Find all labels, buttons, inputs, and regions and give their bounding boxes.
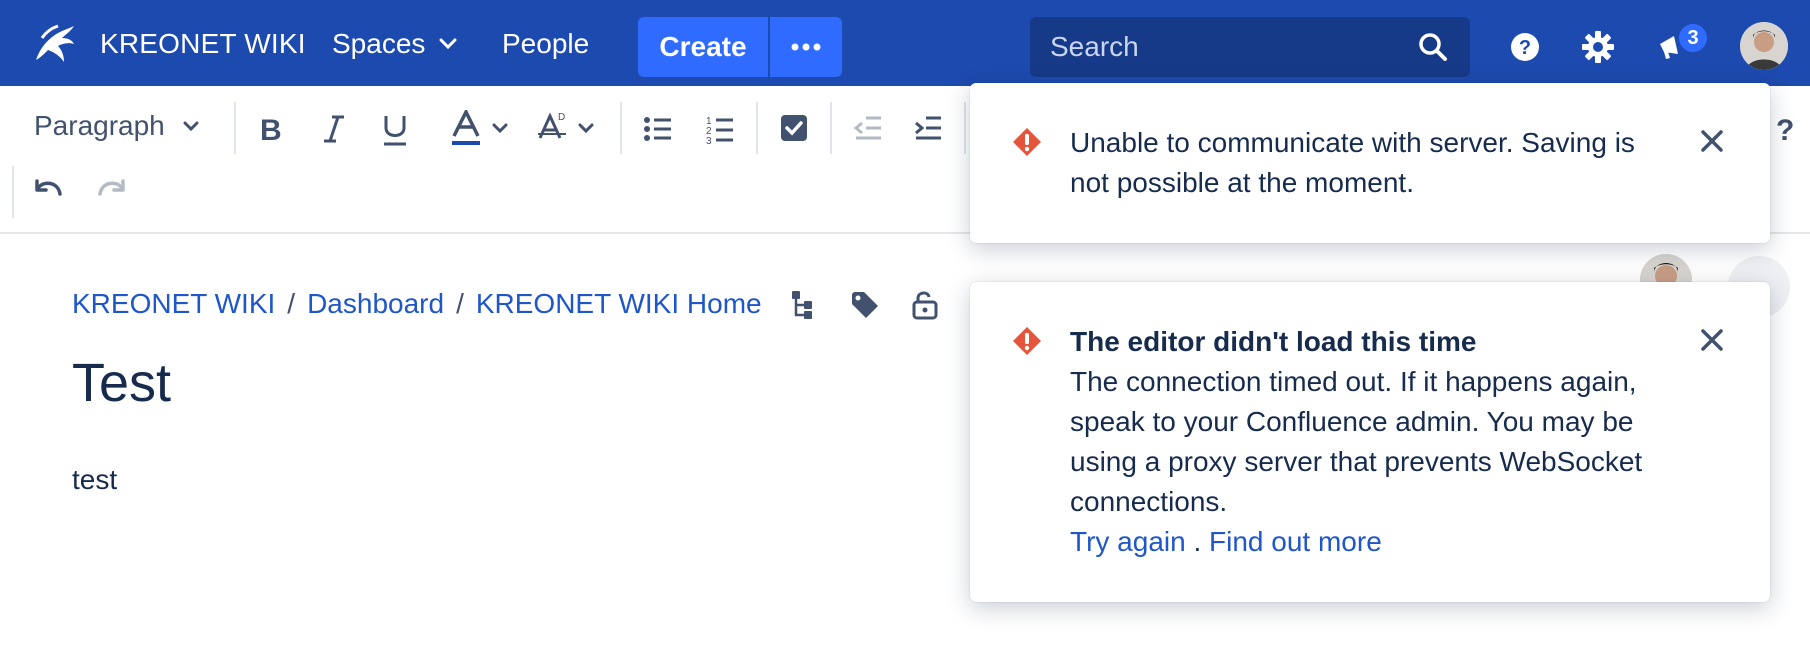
toolbar-divider bbox=[12, 166, 14, 218]
nav-people[interactable]: People bbox=[502, 28, 589, 60]
logo-icon[interactable] bbox=[30, 20, 78, 68]
close-icon[interactable] bbox=[1700, 328, 1724, 352]
find-out-more-link[interactable]: Find out more bbox=[1209, 526, 1382, 557]
top-navigation: KREONET WIKI Spaces People Create ? bbox=[0, 0, 1810, 86]
page-tree-icon[interactable] bbox=[790, 290, 814, 320]
user-avatar[interactable] bbox=[1740, 22, 1788, 70]
chevron-down-icon bbox=[492, 123, 508, 133]
paragraph-style-label: Paragraph bbox=[34, 110, 165, 141]
close-icon[interactable] bbox=[1700, 129, 1724, 153]
nav-spaces-label: Spaces bbox=[332, 28, 426, 59]
search-box[interactable] bbox=[1030, 17, 1470, 77]
chevron-down-icon bbox=[578, 123, 594, 133]
breadcrumb-home[interactable]: KREONET WIKI Home bbox=[476, 288, 762, 320]
search-input[interactable] bbox=[1030, 17, 1400, 77]
redo-icon[interactable] bbox=[96, 178, 126, 202]
toolbar-divider bbox=[620, 102, 622, 154]
link-separator: . bbox=[1193, 526, 1202, 557]
try-again-link[interactable]: Try again bbox=[1070, 526, 1186, 557]
gear-icon[interactable] bbox=[1581, 30, 1615, 64]
label-tag-icon[interactable] bbox=[850, 290, 880, 320]
bold-icon[interactable]: B bbox=[258, 114, 284, 144]
italic-icon[interactable] bbox=[322, 114, 346, 144]
page-title[interactable]: Test bbox=[72, 352, 171, 414]
more-horizontal-icon bbox=[791, 43, 821, 51]
numbered-list-icon[interactable]: 1 2 3 bbox=[706, 114, 734, 144]
breadcrumb-space[interactable]: KREONET WIKI bbox=[72, 288, 275, 320]
svg-text:B: B bbox=[260, 114, 282, 144]
underline-icon[interactable] bbox=[382, 114, 408, 146]
breadcrumb-separator: / bbox=[287, 288, 296, 319]
flag-actions: Try again . Find out more bbox=[1070, 522, 1670, 562]
bullet-list-icon[interactable] bbox=[644, 116, 672, 142]
text-color-dropdown[interactable] bbox=[450, 110, 508, 146]
chevron-down-icon bbox=[439, 38, 457, 50]
flag-message: The connection timed out. If it happens … bbox=[1070, 366, 1643, 517]
toolbar-divider bbox=[830, 102, 832, 154]
breadcrumb-separator: / bbox=[456, 288, 464, 319]
text-formatting-dropdown[interactable]: D bbox=[536, 110, 594, 146]
svg-text:?: ? bbox=[1519, 37, 1531, 59]
avatar-image bbox=[1740, 22, 1788, 70]
text-color-icon bbox=[452, 110, 480, 145]
toolbar-divider bbox=[756, 102, 758, 154]
help-icon[interactable]: ? bbox=[1510, 32, 1540, 62]
toolbar-divider bbox=[964, 102, 966, 154]
page-body[interactable]: test bbox=[72, 464, 117, 496]
svg-text:3: 3 bbox=[706, 136, 712, 144]
indent-icon[interactable] bbox=[914, 116, 942, 140]
breadcrumb-dashboard[interactable]: Dashboard bbox=[307, 288, 444, 320]
more-create-options-button[interactable] bbox=[770, 17, 842, 77]
search-icon[interactable] bbox=[1418, 32, 1448, 62]
unlock-icon[interactable] bbox=[912, 290, 938, 320]
help-icon[interactable]: ? bbox=[1774, 112, 1798, 144]
breadcrumb: KREONET WIKI / Dashboard / KREONET WIKI … bbox=[72, 288, 762, 320]
svg-text:D: D bbox=[558, 112, 565, 123]
flag-title: The editor didn't load this time bbox=[1070, 326, 1477, 357]
nav-spaces-menu[interactable]: Spaces bbox=[332, 28, 457, 60]
svg-text:?: ? bbox=[1776, 114, 1794, 144]
warning-icon bbox=[1013, 327, 1041, 355]
chevron-down-icon bbox=[183, 121, 199, 131]
warning-icon bbox=[1013, 128, 1041, 156]
undo-icon[interactable] bbox=[34, 178, 64, 202]
flag-message: Unable to communicate with server. Savin… bbox=[1070, 127, 1635, 198]
brand-name[interactable]: KREONET WIKI bbox=[100, 28, 306, 60]
task-list-icon[interactable] bbox=[780, 114, 808, 142]
toolbar-divider bbox=[234, 102, 236, 154]
error-flag-saving: Unable to communicate with server. Savin… bbox=[970, 83, 1770, 243]
paragraph-style-dropdown[interactable]: Paragraph bbox=[34, 110, 199, 142]
notification-badge: 3 bbox=[1677, 22, 1709, 54]
outdent-icon[interactable] bbox=[854, 116, 882, 140]
clear-formatting-icon: D bbox=[538, 112, 566, 139]
error-flag-editor: The editor didn't load this time The con… bbox=[970, 282, 1770, 602]
create-button[interactable]: Create bbox=[638, 17, 768, 77]
flag-content: The editor didn't load this time The con… bbox=[1070, 322, 1670, 562]
